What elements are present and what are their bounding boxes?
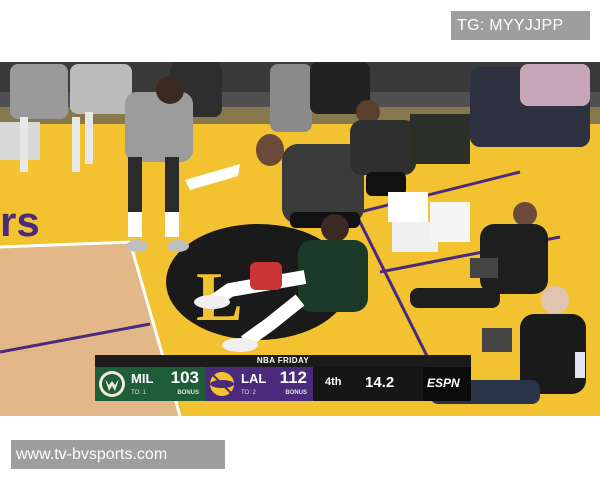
site-url-watermark: www.tv-bvsports.com (11, 440, 225, 469)
network-logo-text: ESPN (427, 376, 460, 390)
home-bonus: BONUS (177, 390, 199, 396)
pepsi-towel (388, 192, 428, 222)
game-clock: 14.2 (365, 374, 395, 391)
towel-pile (430, 202, 470, 242)
home-team-panel: MIL 103 TO: 1 BONUS (95, 367, 205, 401)
bucks-logo-icon (99, 371, 125, 397)
away-team-panel: LAL 112 TO: 2 BONUS (205, 367, 313, 401)
scorebug: NBA FRIDAY MIL 103 TO: 1 BONUS LAL 112 T… (95, 355, 471, 401)
away-timeouts: TO: 2 (241, 390, 256, 396)
water-bottle (575, 352, 585, 378)
game-clock-panel: 4th 14.2 (313, 367, 423, 401)
floor-mat (410, 114, 470, 164)
away-team-score: 112 (279, 368, 307, 387)
away-bonus: BONUS (285, 390, 307, 396)
lakers-logo-icon (210, 372, 234, 396)
court-lettering: rs (0, 198, 40, 245)
scorebug-header: NBA FRIDAY (95, 355, 471, 367)
scorebug-row: MIL 103 TO: 1 BONUS LAL 112 TO: 2 BONUS … (95, 367, 471, 401)
home-team-score: 103 (170, 368, 199, 387)
network-logo: ESPN (423, 367, 471, 401)
home-timeouts: TO: 1 (131, 390, 146, 396)
away-team-abbr: LAL (241, 371, 267, 386)
home-team-abbr: MIL (131, 371, 154, 386)
game-period: 4th (325, 376, 342, 388)
tg-watermark-badge: TG: MYYJJPP (451, 11, 590, 40)
